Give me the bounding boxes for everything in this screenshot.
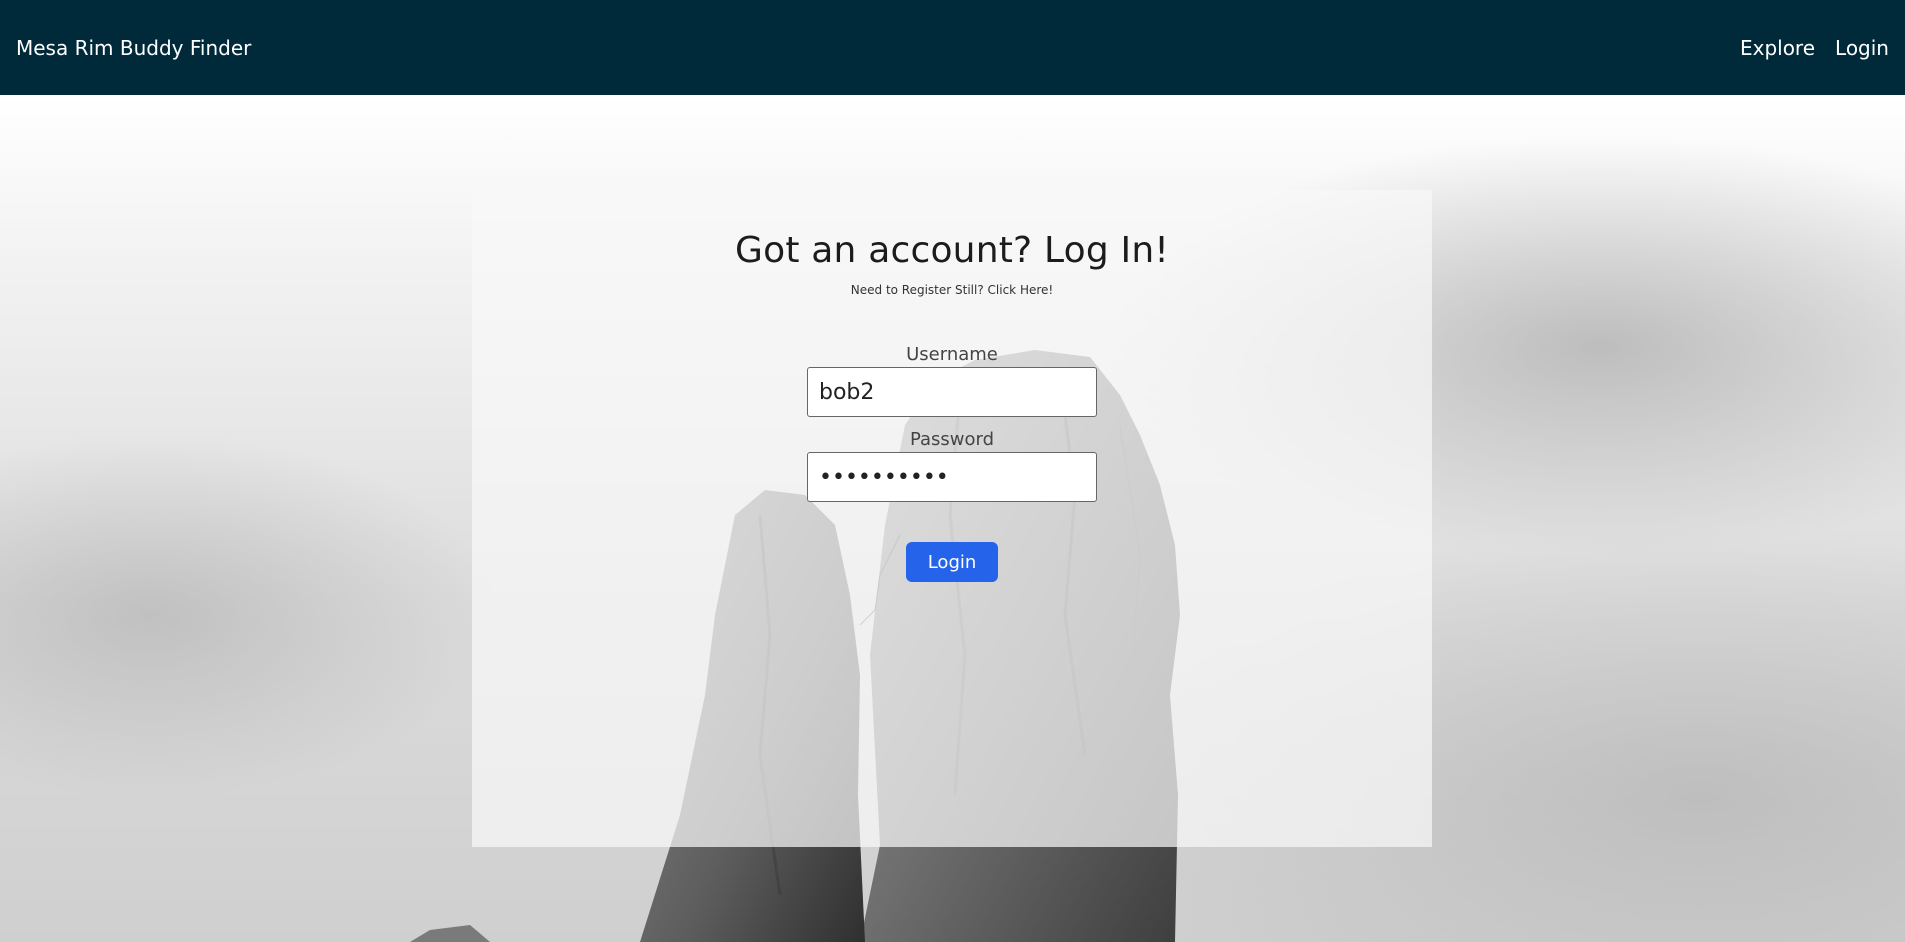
password-input[interactable]	[807, 452, 1097, 502]
nav-links: Explore Login	[1740, 36, 1889, 60]
login-form: Username Password Login	[472, 344, 1432, 582]
username-input[interactable]	[807, 367, 1097, 417]
login-card: Got an account? Log In! Need to Register…	[472, 190, 1432, 847]
page-title: Got an account? Log In!	[735, 230, 1169, 271]
nav-link-explore[interactable]: Explore	[1740, 36, 1815, 60]
brand-link[interactable]: Mesa Rim Buddy Finder	[16, 36, 251, 60]
password-label: Password	[909, 429, 995, 450]
username-label: Username	[906, 344, 998, 365]
login-button[interactable]: Login	[906, 542, 998, 582]
register-link[interactable]: Need to Register Still? Click Here!	[851, 283, 1053, 297]
nav-link-login[interactable]: Login	[1835, 36, 1889, 60]
navbar: Mesa Rim Buddy Finder Explore Login	[0, 0, 1905, 95]
